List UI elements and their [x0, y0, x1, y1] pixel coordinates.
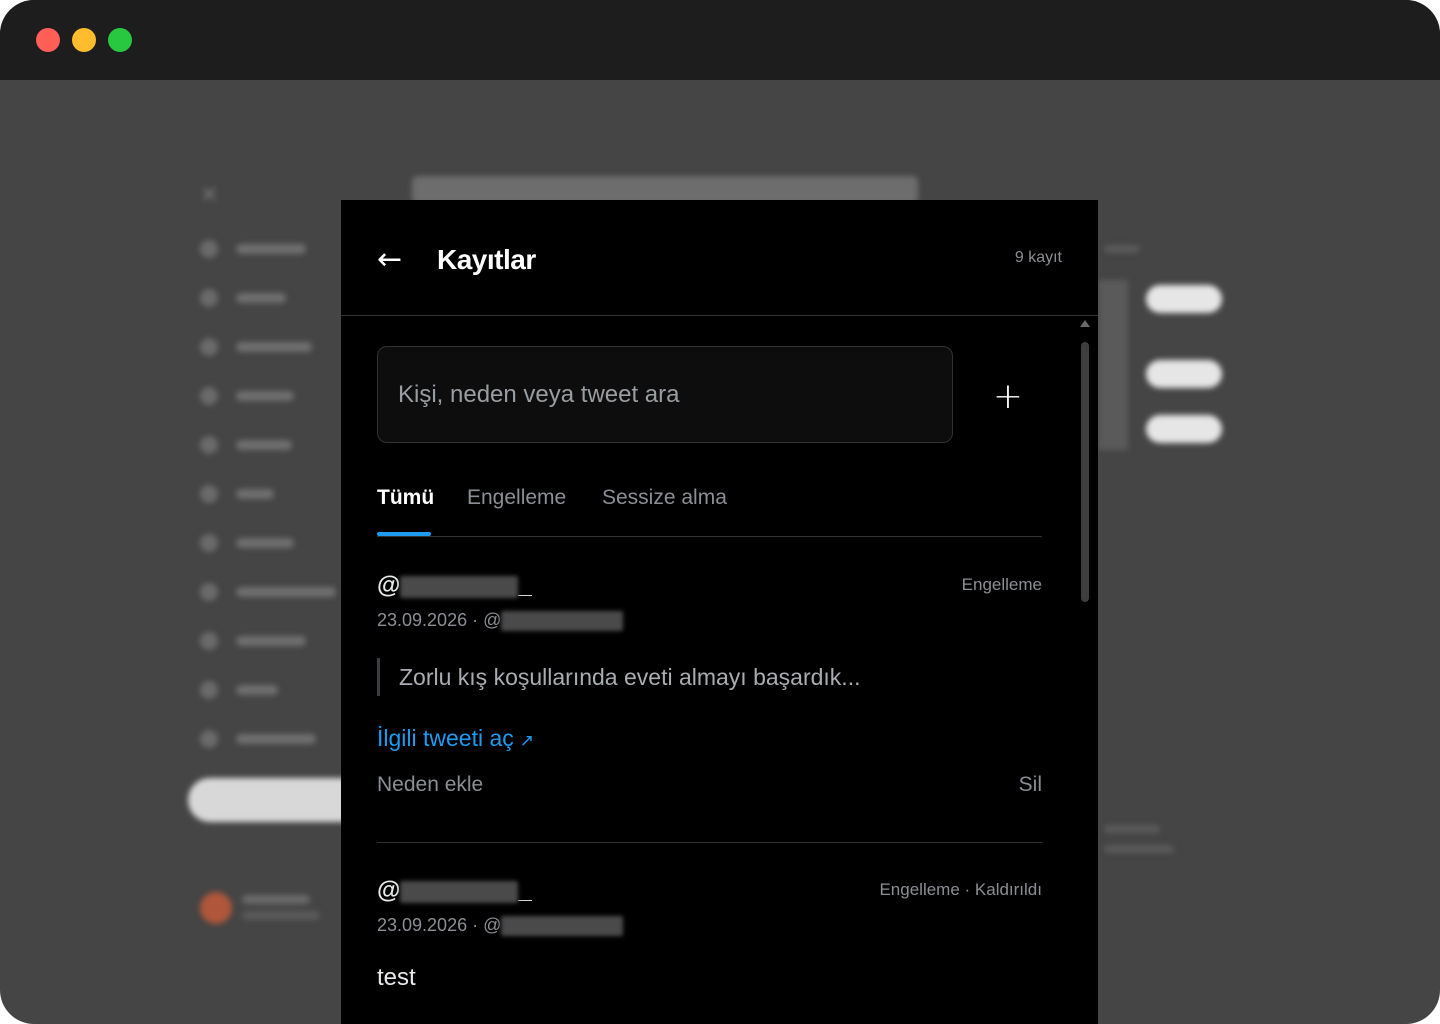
background-userhandle [242, 911, 320, 920]
background-right-column [1098, 280, 1128, 450]
close-window-button[interactable] [36, 28, 60, 52]
background-text [1104, 825, 1160, 833]
background-avatar [200, 892, 232, 924]
background-username [242, 895, 310, 904]
add-reason-button[interactable]: Neden ekle [377, 770, 483, 800]
external-link-icon: ↗ [519, 731, 535, 750]
tab-all[interactable]: Tümü [377, 483, 434, 513]
tweet-quote: Zorlu kış koşullarında eveti almayı başa… [377, 658, 1017, 696]
records-panel: ← Kayıtlar 9 kayıt + Tümü Engelleme Sess… [341, 200, 1098, 1024]
list-item: @ _ 23.09.2026 · @ Engelleme Zorlu kış ko… [377, 570, 1042, 850]
record-handle-suffix: _ [518, 877, 532, 904]
record-meta: 23.09.2026 · @ [377, 913, 624, 937]
arrow-left-icon[interactable]: ← [377, 240, 411, 280]
app-window: ✕ ← Kayıtlar 9 kayıt + [0, 0, 1440, 1024]
search-box [377, 346, 953, 443]
redacted-handle [501, 611, 624, 632]
record-handle[interactable]: @ _ [377, 875, 532, 907]
list-item: @ _ 23.09.2026 · @ Engelleme · Kaldırıldı… [377, 875, 1042, 1015]
background-pill [1146, 285, 1222, 313]
record-kind-badge: Engelleme [961, 575, 1042, 594]
redacted-username [400, 575, 519, 598]
delete-button[interactable]: Sil [1019, 770, 1042, 800]
record-meta: 23.09.2026 · @ [377, 608, 624, 632]
plus-icon[interactable]: + [991, 379, 1025, 415]
record-kind-badge: Engelleme · Kaldırıldı [879, 880, 1042, 899]
redacted-handle [501, 916, 624, 937]
redacted-username [400, 880, 519, 903]
tab-bar: Tümü Engelleme Sessize alma [377, 475, 1042, 537]
active-tab-indicator [377, 532, 431, 536]
page-title: Kayıtlar [437, 244, 536, 275]
record-handle-suffix: _ [518, 572, 532, 599]
record-handle-prefix: @ [377, 877, 401, 904]
scroll-up-icon[interactable] [1080, 320, 1090, 327]
record-date: 23.09.2026 · @ [377, 915, 502, 935]
panel-header: ← Kayıtlar 9 kayıt [341, 200, 1098, 316]
record-date: 23.09.2026 · @ [377, 610, 502, 630]
open-tweet-link[interactable]: İlgili tweeti aç ↗ [377, 722, 534, 754]
window-titlebar [0, 0, 1440, 80]
tab-mute[interactable]: Sessize alma [602, 483, 727, 513]
tab-block[interactable]: Engelleme [467, 483, 566, 513]
background-pill [1146, 415, 1222, 443]
background-logo-icon: ✕ [200, 183, 219, 208]
search-input[interactable] [398, 377, 928, 413]
scrollbar[interactable] [1078, 320, 1092, 1024]
record-count: 9 kayıt [1014, 249, 1062, 266]
record-handle[interactable]: @ _ [377, 570, 532, 602]
minimize-window-button[interactable] [72, 28, 96, 52]
maximize-window-button[interactable] [108, 28, 132, 52]
background-text [1104, 845, 1174, 853]
open-tweet-label: İlgili tweeti aç [377, 725, 514, 751]
record-handle-prefix: @ [377, 572, 401, 599]
record-note: test [377, 964, 416, 991]
background-text [1104, 245, 1140, 253]
record-divider [377, 842, 1042, 843]
scrollbar-thumb[interactable] [1081, 342, 1089, 602]
background-pill [1146, 360, 1222, 388]
